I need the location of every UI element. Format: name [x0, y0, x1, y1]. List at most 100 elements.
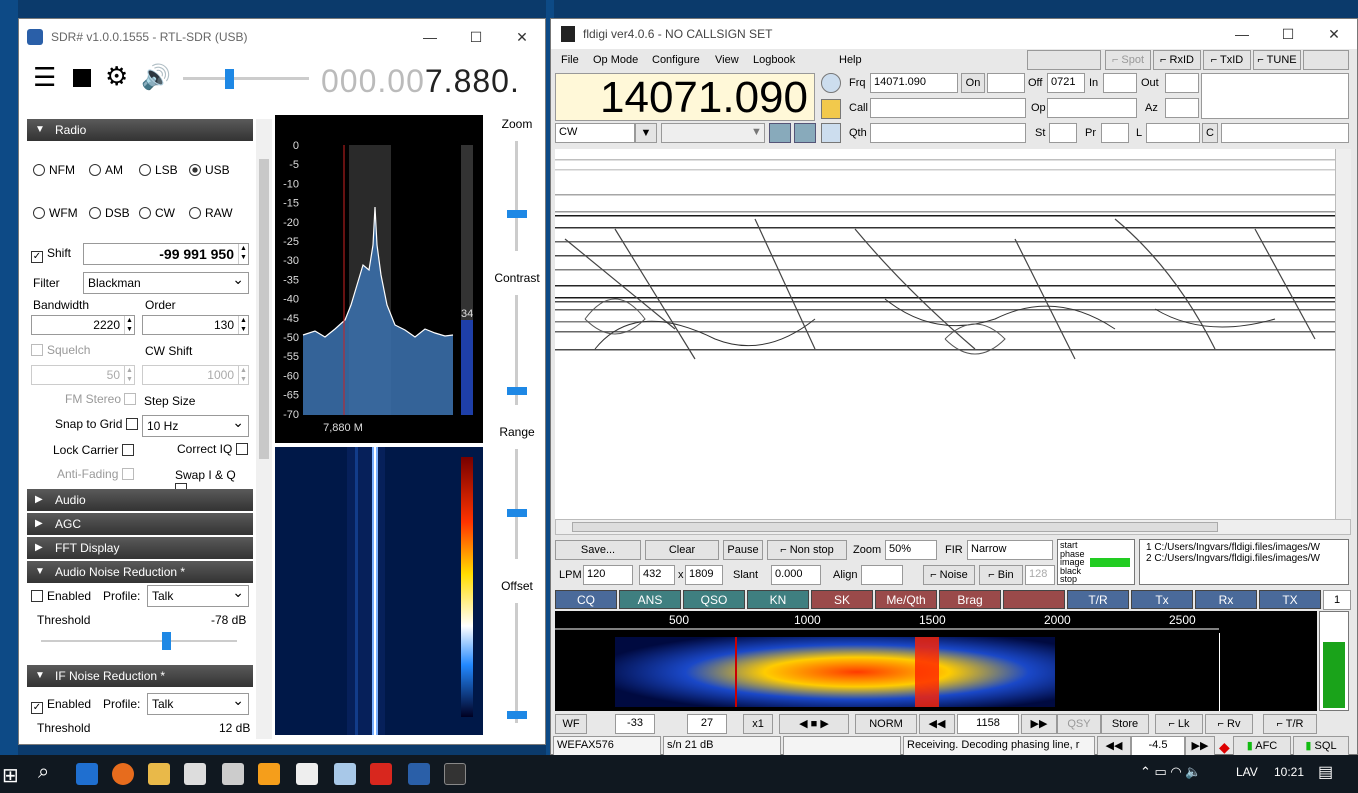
slant-input[interactable]: 0.000	[771, 565, 821, 585]
notes-field[interactable]	[1201, 73, 1349, 119]
wf-level-input[interactable]: -33	[615, 714, 655, 734]
txid-button[interactable]: ⌐ TxID	[1203, 50, 1251, 70]
sql-button[interactable]: ▮ SQL	[1293, 736, 1349, 756]
language-indicator[interactable]: LAV	[1236, 765, 1258, 779]
on-button[interactable]: On	[961, 73, 985, 93]
lockcarrier-checkbox[interactable]	[121, 444, 134, 456]
menu-file[interactable]: File	[561, 54, 579, 66]
zoom-thumb[interactable]	[507, 210, 527, 218]
tray-icons[interactable]: ⌃ ▭ ◠ 🔈	[1140, 764, 1202, 780]
maximize-icon[interactable]: ☐	[1265, 26, 1311, 43]
freq-back-buttons[interactable]: ◀◀	[919, 714, 955, 734]
mode-radio[interactable]	[189, 207, 201, 219]
macro-button[interactable]: CQ	[555, 590, 617, 609]
zoom-select[interactable]: 50%	[885, 540, 937, 560]
anr-profile-select[interactable]: Talk	[147, 584, 249, 607]
store-button[interactable]: Store	[1101, 714, 1149, 734]
windows-start-icon[interactable]: ⊞	[2, 763, 19, 788]
refresh-icon[interactable]	[769, 123, 791, 143]
anr-threshold-slider[interactable]	[41, 640, 237, 642]
log-icon[interactable]	[821, 123, 841, 143]
bandwidth-select[interactable]	[661, 123, 765, 143]
mode-radio[interactable]	[33, 207, 45, 219]
mode-select[interactable]: CW	[555, 123, 635, 143]
ifnr-enabled-checkbox[interactable]: ✓	[31, 702, 43, 714]
norm-button[interactable]: NORM	[855, 714, 917, 734]
clear-button[interactable]: Clear	[645, 540, 719, 560]
lpm-select[interactable]: 120	[583, 565, 633, 585]
stepsize-select[interactable]: 10 Hz	[142, 414, 249, 437]
macro-button[interactable]: ANS	[619, 590, 681, 609]
wf-button[interactable]: WF	[555, 714, 587, 734]
blank-top-button[interactable]	[1027, 50, 1101, 70]
hamburger-menu-icon[interactable]: ☰	[33, 64, 56, 90]
c-button[interactable]: C	[1202, 123, 1218, 143]
frq-input[interactable]: 14071.090	[870, 73, 958, 93]
tune-button[interactable]: ⌐ TUNE	[1253, 50, 1301, 70]
section-audio-nr[interactable]: ▼ Audio Noise Reduction *	[27, 561, 253, 583]
section-agc[interactable]: ▶ AGC	[27, 513, 253, 535]
spot-button[interactable]: ⌐ Spot	[1105, 50, 1151, 70]
section-radio[interactable]: ▼ Radio	[27, 119, 253, 141]
macro-button[interactable]: Tx	[1131, 590, 1193, 609]
clock[interactable]: 10:21	[1274, 765, 1304, 779]
macro-button[interactable]: T/R	[1067, 590, 1129, 609]
save-button[interactable]: Save...	[555, 540, 641, 560]
bin-button[interactable]: ⌐ Bin	[979, 565, 1023, 585]
fax-image-view[interactable]	[555, 149, 1335, 519]
minimize-icon[interactable]: —	[1219, 26, 1265, 42]
shift-input[interactable]: -99 991 950 ▲ ▼	[83, 243, 249, 265]
menu-help[interactable]: Help	[839, 54, 862, 66]
bell-icon[interactable]	[821, 99, 841, 119]
menu-view[interactable]: View	[715, 54, 739, 66]
correctiq-checkbox[interactable]	[235, 443, 248, 455]
pause-button[interactable]: Pause	[723, 540, 763, 560]
scrollbar-thumb[interactable]	[259, 159, 269, 459]
squelch-checkbox[interactable]	[31, 344, 43, 356]
file-item[interactable]: 2 C:/Users/Ingvars/fldigi.files/images/W	[1146, 553, 1342, 564]
macro-button[interactable]: Rx	[1195, 590, 1257, 609]
qth-input[interactable]	[870, 123, 1026, 143]
squelch-down-buttons[interactable]: ◀◀	[1097, 736, 1131, 756]
locator-input[interactable]	[1146, 123, 1200, 143]
macro-button[interactable]	[1003, 590, 1065, 609]
contrast-thumb[interactable]	[507, 387, 527, 395]
out-input[interactable]	[1165, 73, 1199, 93]
panel-scrollbar[interactable]	[256, 119, 272, 739]
section-audio[interactable]: ▶ Audio	[27, 489, 253, 511]
mail-icon[interactable]	[296, 763, 318, 785]
close-icon[interactable]: ✕	[499, 29, 545, 46]
squelch-value[interactable]: -4.5	[1131, 736, 1185, 756]
tr-button[interactable]: ⌐ T/R	[1263, 714, 1317, 734]
fmstereo-checkbox[interactable]	[124, 393, 137, 405]
st-input[interactable]	[1049, 123, 1077, 143]
search-icon[interactable]: ⌕	[38, 761, 49, 784]
mode-radio[interactable]	[139, 207, 151, 219]
carrier-freq-input[interactable]: 1158	[957, 714, 1019, 734]
order-input[interactable]: 130 ▲ ▼	[142, 315, 249, 335]
snap-checkbox[interactable]	[125, 418, 138, 430]
width-input[interactable]: 432	[639, 565, 675, 585]
fldigi-frequency-display[interactable]: 14071.090	[555, 73, 815, 122]
in-input[interactable]	[1103, 73, 1137, 93]
filter-select[interactable]: Blackman	[83, 271, 249, 294]
store-icon[interactable]	[222, 763, 244, 785]
mode-radio-selected[interactable]	[189, 164, 201, 176]
cwshift-input[interactable]: 1000 ▲ ▼	[142, 365, 249, 385]
menu-opmode[interactable]: Op Mode	[593, 54, 638, 66]
align-slider[interactable]	[861, 565, 903, 585]
wf-range-input[interactable]: 27	[687, 714, 727, 734]
volume-slider-thumb[interactable]	[225, 69, 234, 89]
fldigi-taskbar-icon[interactable]	[444, 763, 466, 785]
acrobat-icon[interactable]	[370, 763, 392, 785]
fax-hscroll-thumb[interactable]	[572, 522, 1218, 532]
range-slider[interactable]	[515, 449, 518, 559]
anr-threshold-thumb[interactable]	[162, 632, 171, 650]
afc-button[interactable]: ▮ AFC	[1233, 736, 1291, 756]
sdr-waterfall[interactable]	[275, 447, 483, 735]
section-if-nr[interactable]: ▼ IF Noise Reduction *	[27, 665, 253, 687]
fldigi-waterfall[interactable]: 500 1000 1500 2000 2500	[555, 611, 1317, 711]
freq-forward-buttons[interactable]: ▶▶	[1021, 714, 1057, 734]
globe-icon[interactable]	[821, 73, 841, 93]
menu-configure[interactable]: Configure	[652, 54, 700, 66]
